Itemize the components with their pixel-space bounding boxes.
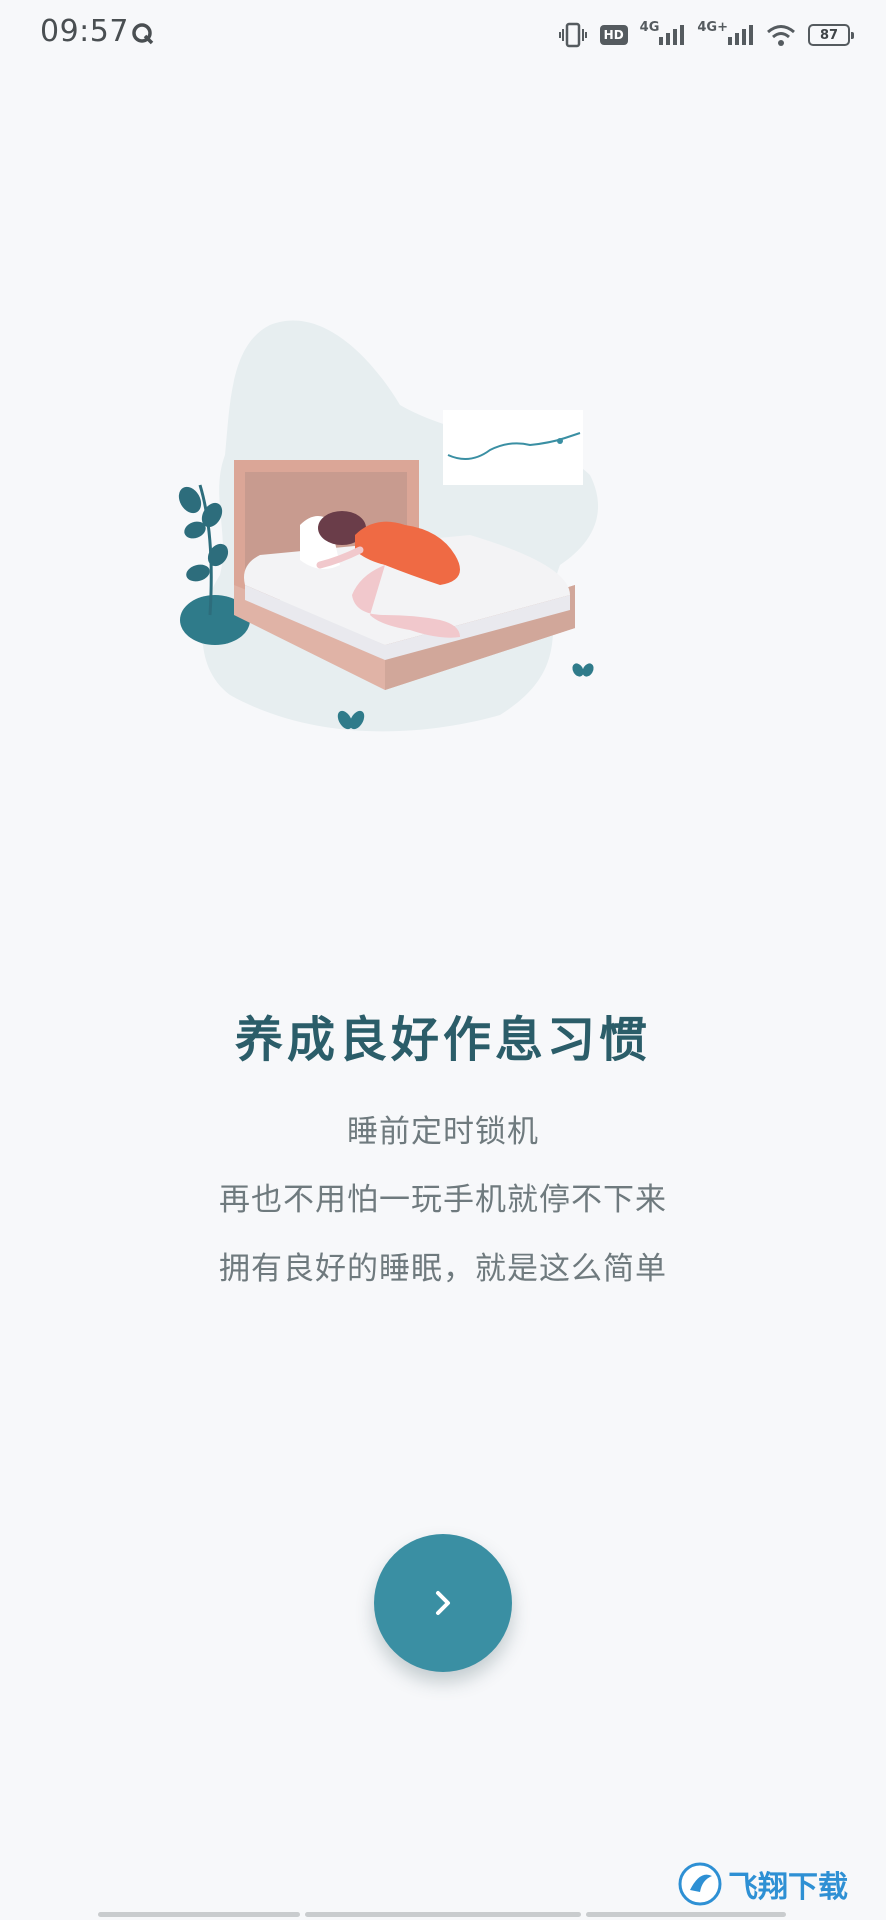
next-button[interactable] (374, 1534, 512, 1672)
chevron-right-icon (436, 1591, 450, 1615)
watermark-logo-icon (678, 1862, 722, 1906)
watermark: 飞翔下载 (678, 1858, 878, 1910)
signal-bars-icon (728, 25, 753, 45)
sleep-illustration (178, 320, 599, 732)
signal-bars-icon (659, 25, 685, 45)
battery-level: 87 (819, 27, 839, 43)
wifi-icon (767, 25, 795, 46)
battery-icon: 87 (808, 24, 854, 46)
vibrate-icon (558, 22, 587, 48)
onboarding-desc-line-1: 睡前定时锁机 (347, 1114, 539, 1150)
status-bar: 09:57 HD 4G 4G+ 87 (0, 0, 886, 70)
network-type-2: 4G+ (697, 20, 728, 35)
network-type-1: 4G (639, 20, 660, 35)
page-indicator-1 (98, 1912, 300, 1917)
status-icons: HD 4G 4G+ 87 (558, 18, 854, 52)
status-time: 09:57 (40, 14, 129, 49)
onboarding-desc-line-3: 拥有良好的睡眠，就是这么简单 (219, 1251, 667, 1287)
watermark-text: 飞翔下载 (728, 1870, 848, 1905)
onboarding-desc-line-2: 再也不用怕一玩手机就停不下来 (219, 1182, 667, 1218)
hd-voice-badge: HD (599, 25, 628, 45)
page-indicator-2 (305, 1912, 581, 1917)
onboarding-title: 养成良好作息习惯 (234, 1012, 651, 1068)
notification-app-icon (132, 23, 154, 45)
signal-1: 4G (640, 20, 686, 45)
signal-2: 4G+ (697, 20, 754, 45)
wall-picture (443, 410, 583, 485)
page-indicator-3 (586, 1912, 786, 1917)
